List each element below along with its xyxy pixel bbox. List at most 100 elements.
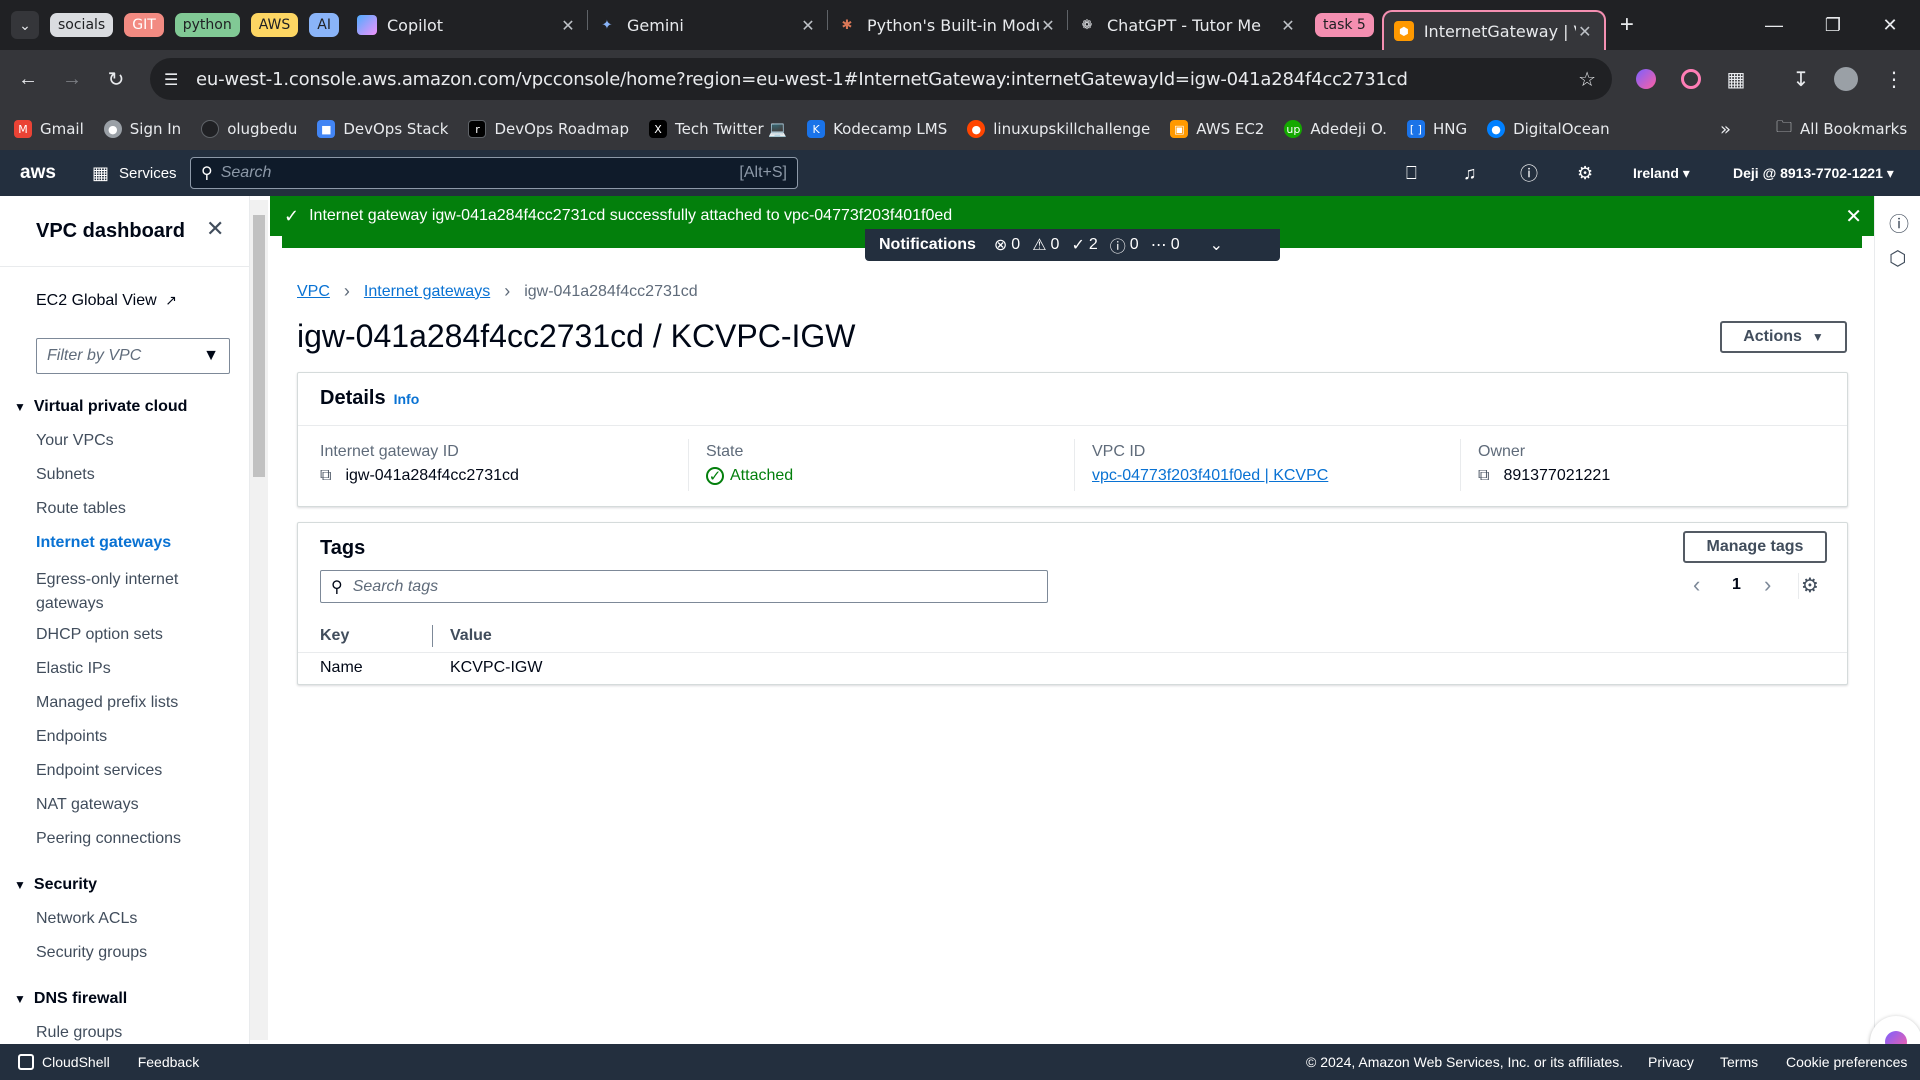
tab-chatgpt[interactable]: ❁ ChatGPT - Tutor Me ✕ xyxy=(1067,0,1307,50)
bookmark-devops-stack[interactable]: ■ DevOps Stack xyxy=(317,120,448,138)
region-selector[interactable]: Ireland ▾ xyxy=(1633,165,1690,182)
bookmark-digitalocean[interactable]: ● DigitalOcean xyxy=(1487,120,1610,138)
feedback-link[interactable]: Feedback xyxy=(138,1054,199,1070)
services-button[interactable]: ▦ Services xyxy=(92,163,177,184)
help-icon[interactable]: ⓘ xyxy=(1520,160,1538,186)
privacy-link[interactable]: Privacy xyxy=(1648,1054,1694,1070)
tab-internet-gateway[interactable]: ⬢ InternetGateway | VPC ✕ xyxy=(1381,10,1606,50)
sidebar-section-vpc[interactable]: ▼ Virtual private cloud xyxy=(14,398,187,416)
sidebar-item-rule-groups[interactable]: Rule groups xyxy=(36,1024,122,1042)
close-icon[interactable]: ✕ xyxy=(1845,204,1862,229)
account-menu[interactable]: Deji @ 8913-7702-1221 ▾ xyxy=(1733,165,1894,182)
close-window-button[interactable]: ✕ xyxy=(1860,0,1920,50)
sidebar-item-ec2-global-view[interactable]: EC2 Global View ↗ xyxy=(36,292,177,310)
forward-button[interactable]: → xyxy=(54,61,90,97)
hexagon-icon[interactable]: ⬡ xyxy=(1889,246,1906,271)
minimize-button[interactable]: — xyxy=(1744,0,1804,50)
aws-search-input[interactable]: ⚲ Search [Alt+S] xyxy=(190,157,798,189)
tab-gemini[interactable]: ✦ Gemini ✕ xyxy=(587,0,827,50)
search-tags-input[interactable]: ⚲ Search tags xyxy=(320,570,1048,603)
column-header-value[interactable]: Value xyxy=(450,627,492,645)
actions-button[interactable]: Actions ▼ xyxy=(1720,321,1847,353)
chevron-left-icon[interactable]: ‹ xyxy=(1693,572,1700,598)
tab-group-git[interactable]: GIT xyxy=(124,13,164,37)
bell-icon[interactable]: ♫ xyxy=(1463,163,1477,184)
sidebar-item-elastic-ips[interactable]: Elastic IPs xyxy=(36,660,111,678)
vpc-id-link[interactable]: vpc-04773f203f401f0ed | KCVPC xyxy=(1092,467,1328,485)
terms-link[interactable]: Terms xyxy=(1720,1054,1758,1070)
tab-group-python[interactable]: python xyxy=(174,13,240,37)
site-settings-icon[interactable]: ☰ xyxy=(164,70,178,89)
aws-logo[interactable]: aws xyxy=(20,162,60,184)
chevron-double-right-icon[interactable]: » xyxy=(1720,119,1731,140)
gear-icon[interactable]: ⚙ xyxy=(1577,163,1593,184)
sidebar-title[interactable]: VPC dashboard xyxy=(36,220,185,243)
reload-button[interactable]: ↻ xyxy=(98,61,134,97)
restore-button[interactable]: ❐ xyxy=(1803,0,1863,50)
sidebar-item-nat-gateways[interactable]: NAT gateways xyxy=(36,796,139,814)
bookmark-kodecamp[interactable]: K Kodecamp LMS xyxy=(807,120,947,138)
sidebar-item-prefix-lists[interactable]: Managed prefix lists xyxy=(36,694,178,712)
sidebar-section-dns-firewall[interactable]: ▼ DNS firewall xyxy=(14,990,127,1008)
close-icon[interactable]: ✕ xyxy=(559,16,577,35)
close-icon[interactable]: ✕ xyxy=(1279,16,1297,35)
tab-group-aws[interactable]: AWS xyxy=(250,13,299,37)
info-link[interactable]: Info xyxy=(394,391,420,407)
kebab-menu-icon[interactable]: ⋮ xyxy=(1876,61,1912,97)
tab-search-button[interactable]: ⌄ xyxy=(11,11,39,39)
url-text[interactable]: eu-west-1.console.aws.amazon.com/vpccons… xyxy=(196,69,1408,90)
back-button[interactable]: ← xyxy=(10,61,46,97)
sidebar-item-network-acls[interactable]: Network ACLs xyxy=(36,910,137,928)
column-header-key[interactable]: Key xyxy=(320,627,349,645)
bookmark-hng[interactable]: [ ] HNG xyxy=(1406,120,1467,138)
info-icon[interactable]: ⓘ xyxy=(1889,208,1909,237)
bookmark-devops-roadmap[interactable]: r DevOps Roadmap xyxy=(468,120,629,138)
gear-icon[interactable]: ⚙ xyxy=(1801,573,1819,598)
tab-copilot[interactable]: Copilot ✕ xyxy=(347,0,587,50)
sidebar-item-security-groups[interactable]: Security groups xyxy=(36,944,147,962)
tab-group-ai[interactable]: AI xyxy=(309,13,339,37)
sidebar-scroll-thumb[interactable] xyxy=(253,215,265,477)
sidebar-item-egress-only[interactable]: Egress-only internet gateways xyxy=(36,568,216,616)
bookmark-aws-ec2[interactable]: ▣ AWS EC2 xyxy=(1170,120,1264,138)
bookmark-gmail[interactable]: M Gmail xyxy=(14,120,84,138)
star-icon[interactable]: ☆ xyxy=(1578,67,1596,91)
filter-by-vpc-select[interactable]: Filter by VPC ▼ xyxy=(36,338,230,374)
copy-icon[interactable]: ⧉ xyxy=(1478,467,1489,485)
sidebar-item-route-tables[interactable]: Route tables xyxy=(36,500,126,518)
notifications-bar[interactable]: Notifications ⊗ 0 ⚠ 0 ✓ 2 ⓘ 0 ⋯ 0 ⌄ xyxy=(865,229,1280,261)
bookmark-adedeji[interactable]: up Adedeji O. xyxy=(1284,120,1387,138)
close-icon[interactable]: ✕ xyxy=(1039,16,1057,35)
download-icon[interactable]: ↧ xyxy=(1783,61,1819,97)
bookmark-tech-twitter[interactable]: X Tech Twitter 💻 xyxy=(648,120,787,138)
sidebar-item-endpoints[interactable]: Endpoints xyxy=(36,728,107,746)
chevron-right-icon[interactable]: › xyxy=(1764,572,1771,598)
page-number[interactable]: 1 xyxy=(1732,576,1741,594)
sidebar-item-peering[interactable]: Peering connections xyxy=(36,830,181,848)
sidebar-item-subnets[interactable]: Subnets xyxy=(36,466,95,484)
sidebar-item-your-vpcs[interactable]: Your VPCs xyxy=(36,432,114,450)
breadcrumb-vpc[interactable]: VPC xyxy=(297,283,330,301)
bookmark-olugbedu[interactable]: olugbedu xyxy=(201,120,297,138)
chevron-down-icon[interactable]: ⌄ xyxy=(1210,235,1223,255)
extensions-puzzle-icon[interactable]: ▦ xyxy=(1718,61,1754,97)
bookmark-sign-in[interactable]: ● Sign In xyxy=(103,120,181,138)
extension-gradient-icon[interactable] xyxy=(1628,61,1664,97)
address-bar[interactable]: ☰ eu-west-1.console.aws.amazon.com/vpcco… xyxy=(150,58,1612,100)
close-icon[interactable]: ✕ xyxy=(206,216,224,242)
extension-ring-icon[interactable] xyxy=(1673,61,1709,97)
cloudshell-button[interactable]: CloudShell xyxy=(18,1054,110,1070)
new-tab-button[interactable]: + xyxy=(1620,11,1634,39)
sidebar-section-security[interactable]: ▼ Security xyxy=(14,876,97,894)
tab-python-builtin[interactable]: ✱ Python's Built-in Modu ✕ xyxy=(827,0,1067,50)
cookie-preferences-link[interactable]: Cookie preferences xyxy=(1786,1054,1907,1070)
tab-group-task5[interactable]: task 5 xyxy=(1315,13,1374,37)
close-icon[interactable]: ✕ xyxy=(1576,22,1594,41)
bookmark-linuxupskill[interactable]: ● linuxupskillchallenge xyxy=(967,120,1150,138)
close-icon[interactable]: ✕ xyxy=(799,16,817,35)
tab-group-socials[interactable]: socials xyxy=(50,13,114,37)
sidebar-item-internet-gateways[interactable]: Internet gateways xyxy=(36,534,171,552)
manage-tags-button[interactable]: Manage tags xyxy=(1683,531,1827,563)
sidebar-item-endpoint-services[interactable]: Endpoint services xyxy=(36,762,162,780)
copy-icon[interactable]: ⧉ xyxy=(320,467,331,485)
